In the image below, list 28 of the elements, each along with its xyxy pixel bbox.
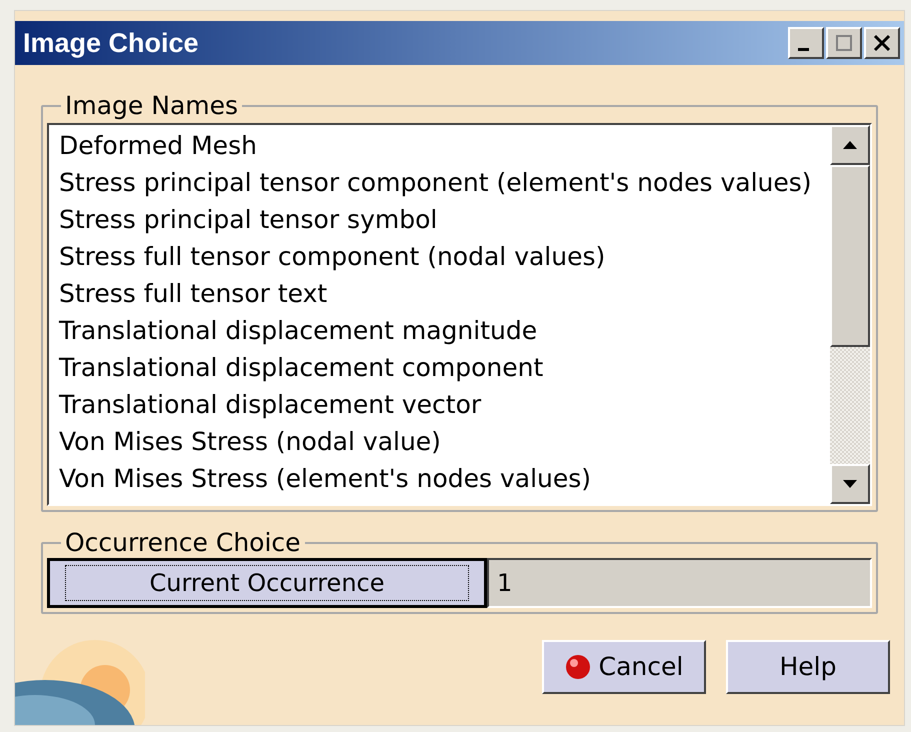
current-occurrence-button[interactable]: Current Occurrence — [47, 558, 487, 608]
cancel-button[interactable]: Cancel — [542, 640, 706, 694]
down-arrow-icon — [842, 479, 858, 489]
list-item[interactable]: Von Mises Stress (nodal value) — [59, 423, 830, 460]
list-item[interactable]: Stress principal tensor component (element's nodes values) — [59, 164, 830, 201]
scroll-down-button[interactable] — [830, 464, 870, 504]
minimize-icon — [798, 48, 808, 50]
scrollbar[interactable] — [830, 125, 870, 504]
ball-icon — [564, 654, 591, 680]
window-title: Image Choice — [23, 26, 199, 60]
maximize-button[interactable] — [826, 27, 862, 59]
list-item[interactable]: Translational displacement vector — [59, 386, 830, 423]
close-button[interactable] — [864, 27, 900, 59]
occurrence-field: 1 — [487, 558, 872, 608]
list-item[interactable]: Stress principal tensor symbol — [59, 201, 830, 238]
help-button[interactable]: Help — [726, 640, 890, 694]
list-item[interactable]: Stress full tensor text — [59, 275, 830, 312]
close-icon — [872, 33, 892, 53]
list-item[interactable]: Von Mises Stress (element's nodes values) — [59, 460, 830, 497]
maximize-icon — [834, 33, 854, 53]
minimize-button[interactable] — [788, 27, 824, 59]
list-item[interactable]: Translational displacement magnitude — [59, 312, 830, 349]
scroll-up-button[interactable] — [830, 125, 870, 165]
scroll-thumb[interactable] — [830, 165, 870, 347]
list-item[interactable]: Deformed Mesh — [59, 127, 830, 164]
up-arrow-icon — [842, 140, 858, 150]
list-item[interactable]: Translational displacement component — [59, 349, 830, 386]
list-item[interactable]: Stress full tensor component (nodal values) — [59, 238, 830, 275]
